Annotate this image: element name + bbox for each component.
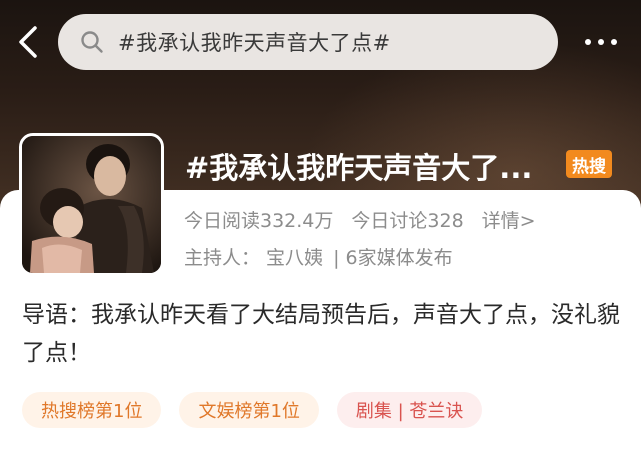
search-icon xyxy=(81,31,103,53)
hot-badge: 热搜 xyxy=(566,150,612,178)
topic-cover-image[interactable] xyxy=(19,133,164,276)
topic-title: #我承认我昨天声音大了... xyxy=(185,151,533,185)
tag-list: 热搜榜第1位 文娱榜第1位 剧集 | 苍兰诀 xyxy=(22,392,483,428)
host-line: 主持人： 宝八姨 | 6家媒体发布 xyxy=(184,243,453,270)
tag-ent-rank[interactable]: 文娱榜第1位 xyxy=(179,392,319,428)
media-count: | 6家媒体发布 xyxy=(333,247,453,269)
topic-stats: 今日阅读332.4万 今日讨论328 详情> xyxy=(184,206,536,233)
detail-link[interactable]: 详情> xyxy=(482,206,536,233)
more-dot xyxy=(598,39,604,45)
topic-intro: 导语：我承认昨天看了大结局预告后，声音大了点，没礼貌了点！ xyxy=(22,302,620,366)
host-label: 主持人： xyxy=(184,247,261,269)
chevron-left-icon xyxy=(19,26,37,58)
more-button[interactable] xyxy=(578,28,624,56)
tag-drama[interactable]: 剧集 | 苍兰诀 xyxy=(336,392,483,428)
tag-hot-rank[interactable]: 热搜榜第1位 xyxy=(22,392,162,428)
back-button[interactable] xyxy=(8,20,48,64)
cover-illustration xyxy=(22,136,161,273)
more-dot xyxy=(585,39,591,45)
read-count: 今日阅读332.4万 xyxy=(184,210,334,232)
more-dot xyxy=(611,39,617,45)
host-name[interactable]: 宝八姨 xyxy=(266,247,323,269)
search-input[interactable]: #我承认我昨天声音大了点# xyxy=(58,14,558,70)
search-query: #我承认我昨天声音大了点# xyxy=(118,31,391,55)
discussion-count: 今日讨论328 xyxy=(351,210,464,232)
